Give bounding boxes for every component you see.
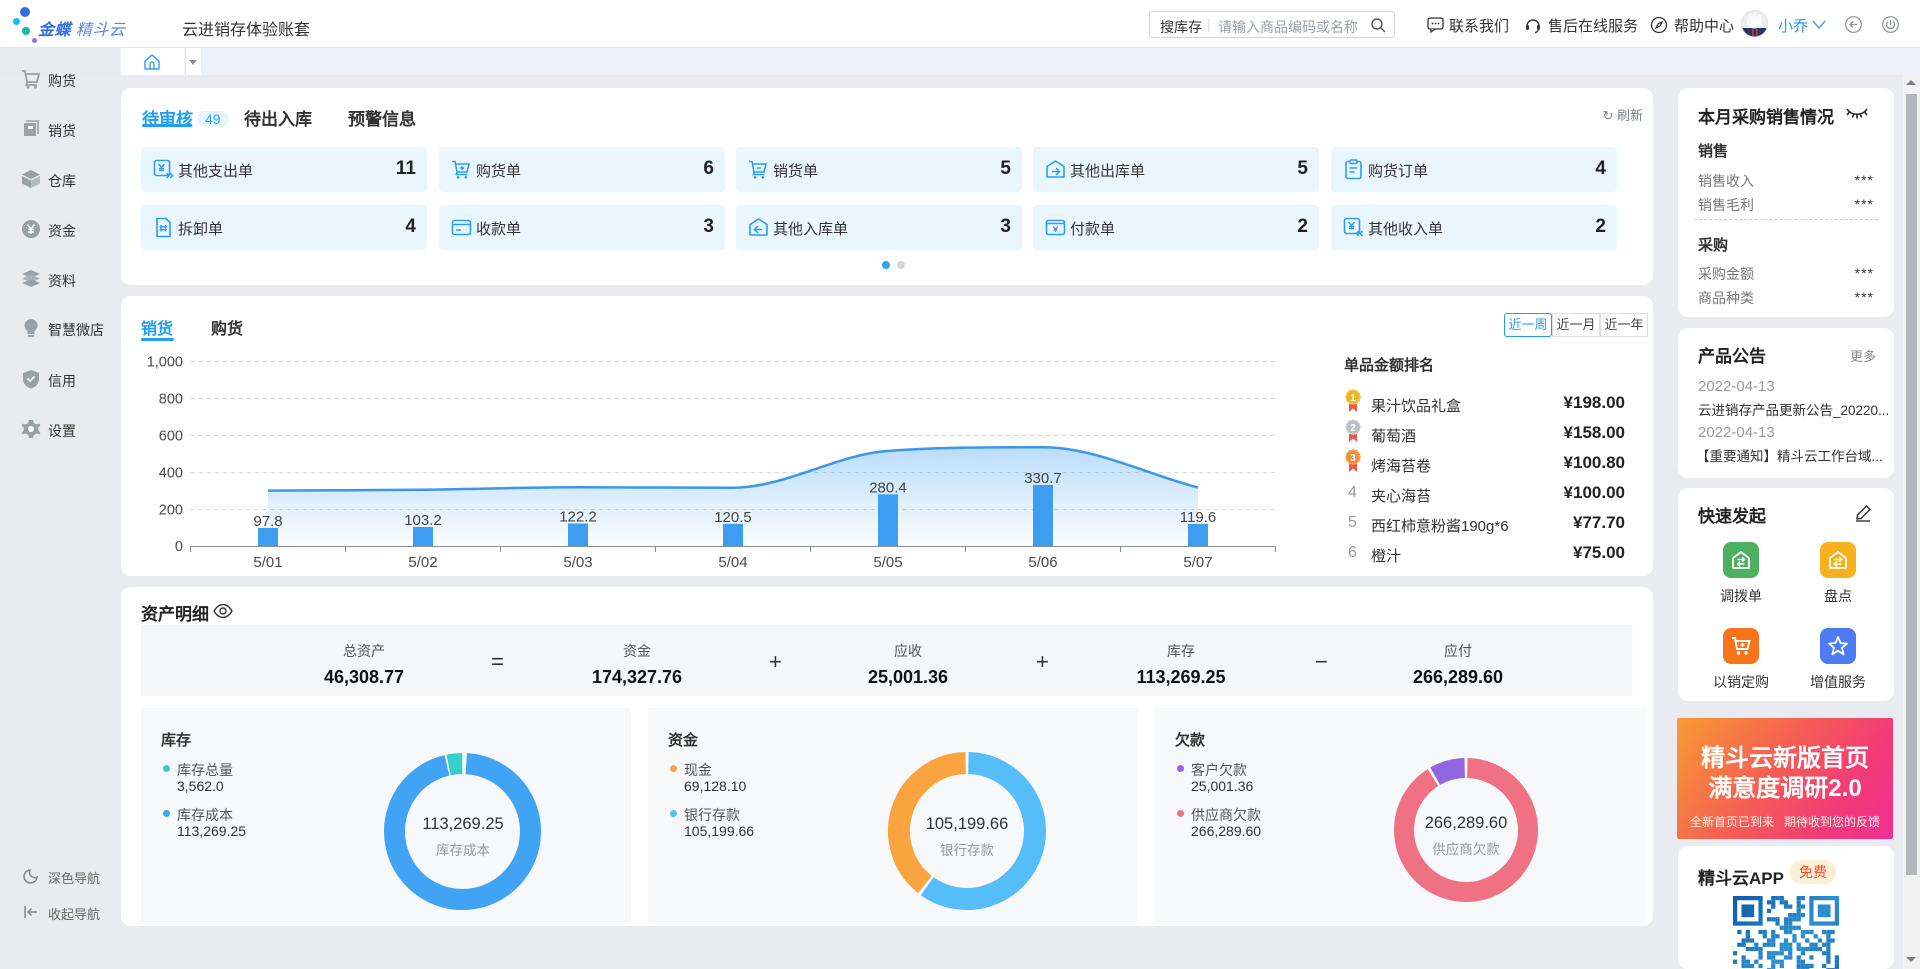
svg-text:1,000: 1,000 [147, 355, 183, 371]
svg-text:5/05: 5/05 [873, 554, 902, 571]
svg-text:1: 1 [1350, 393, 1356, 404]
svg-text:120.5: 120.5 [714, 509, 752, 526]
svg-text:330.7: 330.7 [1024, 470, 1062, 487]
svg-text:5/02: 5/02 [408, 554, 437, 571]
svg-text:800: 800 [159, 392, 183, 408]
svg-text:103.2: 103.2 [404, 512, 442, 529]
svg-text:5/04: 5/04 [718, 554, 747, 571]
svg-text:280.4: 280.4 [869, 479, 907, 496]
svg-text:200: 200 [159, 503, 183, 519]
svg-text:600: 600 [159, 429, 183, 445]
svg-text:5/01: 5/01 [253, 554, 282, 571]
svg-text:0: 0 [175, 539, 183, 555]
svg-text:5/06: 5/06 [1028, 554, 1057, 571]
svg-text:3: 3 [1350, 453, 1356, 464]
svg-text:400: 400 [159, 466, 183, 482]
svg-text:122.2: 122.2 [559, 509, 597, 526]
svg-text:97.8: 97.8 [253, 513, 282, 530]
svg-text:119.6: 119.6 [1180, 509, 1216, 526]
svg-text:5/03: 5/03 [563, 554, 592, 571]
svg-text:5/07: 5/07 [1183, 554, 1212, 571]
svg-text:2: 2 [1350, 423, 1356, 434]
